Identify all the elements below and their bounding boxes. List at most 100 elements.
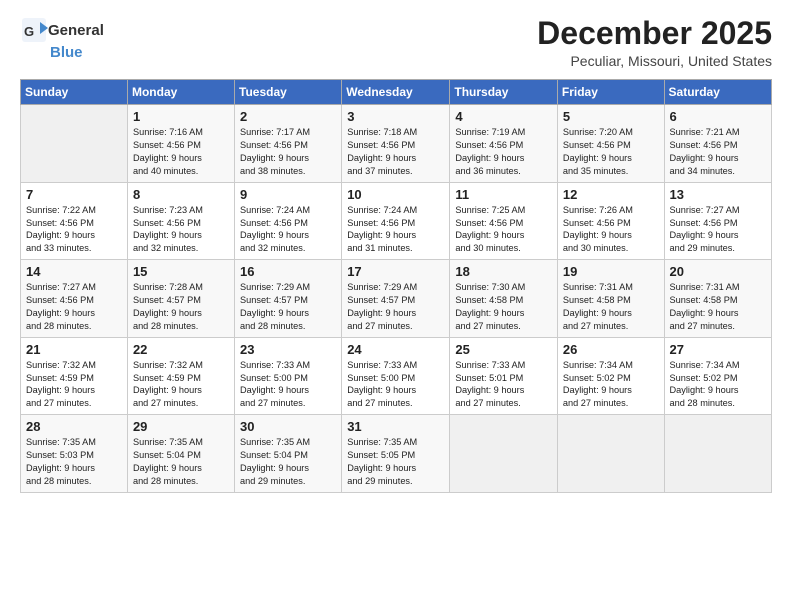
day-info: and 38 minutes. <box>240 165 336 178</box>
day-info: Sunset: 4:56 PM <box>670 139 766 152</box>
day-info: Daylight: 9 hours <box>670 384 766 397</box>
table-row: 30Sunrise: 7:35 AMSunset: 5:04 PMDayligh… <box>235 415 342 493</box>
day-info: and 33 minutes. <box>26 242 122 255</box>
table-row: 11Sunrise: 7:25 AMSunset: 4:56 PMDayligh… <box>450 182 558 260</box>
table-row: 18Sunrise: 7:30 AMSunset: 4:58 PMDayligh… <box>450 260 558 338</box>
day-info: Sunset: 4:56 PM <box>133 139 229 152</box>
table-row: 10Sunrise: 7:24 AMSunset: 4:56 PMDayligh… <box>342 182 450 260</box>
day-info: Daylight: 9 hours <box>455 384 552 397</box>
day-number: 23 <box>240 342 336 357</box>
day-number: 6 <box>670 109 766 124</box>
day-info: and 27 minutes. <box>240 397 336 410</box>
day-info: Sunset: 4:57 PM <box>240 294 336 307</box>
table-row: 14Sunrise: 7:27 AMSunset: 4:56 PMDayligh… <box>21 260 128 338</box>
table-row: 5Sunrise: 7:20 AMSunset: 4:56 PMDaylight… <box>557 105 664 183</box>
calendar-header-row: Sunday Monday Tuesday Wednesday Thursday… <box>21 80 772 105</box>
day-info: Daylight: 9 hours <box>347 307 444 320</box>
day-info: Sunset: 5:02 PM <box>670 372 766 385</box>
day-info: Sunrise: 7:30 AM <box>455 281 552 294</box>
header: G General Blue December 2025 Peculiar, M… <box>20 16 772 69</box>
col-sunday: Sunday <box>21 80 128 105</box>
day-info: Daylight: 9 hours <box>347 462 444 475</box>
day-info: and 29 minutes. <box>347 475 444 488</box>
day-number: 7 <box>26 187 122 202</box>
table-row: 26 Sunrise: 7:34 AMSunset: 5:02 PMDayligh… <box>557 337 664 415</box>
col-saturday: Saturday <box>664 80 771 105</box>
day-info: and 27 minutes. <box>670 320 766 333</box>
day-info: Sunset: 4:57 PM <box>133 294 229 307</box>
day-info: Sunrise: 7:33 AM <box>455 359 552 372</box>
day-info: Sunset: 5:02 PM <box>563 372 659 385</box>
day-info: and 27 minutes. <box>347 397 444 410</box>
day-info: and 28 minutes. <box>26 475 122 488</box>
day-number: 20 <box>670 264 766 279</box>
day-number: 28 <box>26 419 122 434</box>
day-info: Sunrise: 7:34 AM <box>670 359 766 372</box>
day-number: 12 <box>563 187 659 202</box>
logo-icon: G <box>20 16 48 44</box>
day-info: and 27 minutes. <box>563 320 659 333</box>
day-number: 3 <box>347 109 444 124</box>
day-info: and 27 minutes. <box>347 320 444 333</box>
day-info: Sunrise: 7:28 AM <box>133 281 229 294</box>
day-info: Sunset: 4:56 PM <box>563 217 659 230</box>
table-row: 16Sunrise: 7:29 AMSunset: 4:57 PMDayligh… <box>235 260 342 338</box>
day-info: Sunrise: 7:35 AM <box>133 436 229 449</box>
day-number: 11 <box>455 187 552 202</box>
day-info: and 32 minutes. <box>240 242 336 255</box>
day-info: and 32 minutes. <box>133 242 229 255</box>
table-row: 17Sunrise: 7:29 AMSunset: 4:57 PMDayligh… <box>342 260 450 338</box>
day-info: Daylight: 9 hours <box>26 307 122 320</box>
table-row: 15Sunrise: 7:28 AMSunset: 4:57 PMDayligh… <box>127 260 234 338</box>
table-row: 1Sunrise: 7:16 AMSunset: 4:56 PMDaylight… <box>127 105 234 183</box>
table-row: 4Sunrise: 7:19 AMSunset: 4:56 PMDaylight… <box>450 105 558 183</box>
table-row: 27 Sunrise: 7:34 AMSunset: 5:02 PMDayligh… <box>664 337 771 415</box>
day-number: 26 <box>563 342 659 357</box>
day-info: Daylight: 9 hours <box>240 384 336 397</box>
day-info: Sunset: 4:58 PM <box>455 294 552 307</box>
table-row: 6Sunrise: 7:21 AMSunset: 4:56 PMDaylight… <box>664 105 771 183</box>
day-number: 4 <box>455 109 552 124</box>
day-number: 5 <box>563 109 659 124</box>
day-info: and 28 minutes. <box>26 320 122 333</box>
svg-text:G: G <box>24 24 34 39</box>
logo-general-text: General <box>48 22 104 39</box>
day-info: Daylight: 9 hours <box>26 229 122 242</box>
table-row: 9Sunrise: 7:24 AMSunset: 4:56 PMDaylight… <box>235 182 342 260</box>
day-info: Sunrise: 7:24 AM <box>240 204 336 217</box>
day-info: Daylight: 9 hours <box>26 462 122 475</box>
day-info: Sunset: 5:04 PM <box>133 449 229 462</box>
day-info: Daylight: 9 hours <box>240 229 336 242</box>
day-info: Sunrise: 7:19 AM <box>455 126 552 139</box>
day-info: Sunrise: 7:34 AM <box>563 359 659 372</box>
table-row: 20Sunrise: 7:31 AMSunset: 4:58 PMDayligh… <box>664 260 771 338</box>
calendar: Sunday Monday Tuesday Wednesday Thursday… <box>20 79 772 493</box>
week-row-5: 28Sunrise: 7:35 AMSunset: 5:03 PMDayligh… <box>21 415 772 493</box>
table-row: 24Sunrise: 7:33 AMSunset: 5:00 PMDayligh… <box>342 337 450 415</box>
day-number: 29 <box>133 419 229 434</box>
day-info: Sunrise: 7:20 AM <box>563 126 659 139</box>
day-number: 27 <box>670 342 766 357</box>
day-info: Sunset: 4:59 PM <box>26 372 122 385</box>
table-row: 31Sunrise: 7:35 AMSunset: 5:05 PMDayligh… <box>342 415 450 493</box>
day-info: Sunset: 4:57 PM <box>347 294 444 307</box>
day-info: Sunset: 4:56 PM <box>240 139 336 152</box>
day-info: Sunset: 4:58 PM <box>670 294 766 307</box>
day-info: Daylight: 9 hours <box>240 152 336 165</box>
day-info: Daylight: 9 hours <box>563 384 659 397</box>
table-row: 12Sunrise: 7:26 AMSunset: 4:56 PMDayligh… <box>557 182 664 260</box>
day-info: Daylight: 9 hours <box>670 229 766 242</box>
day-info: Sunset: 4:58 PM <box>563 294 659 307</box>
day-info: Sunrise: 7:21 AM <box>670 126 766 139</box>
day-info: and 28 minutes. <box>133 475 229 488</box>
table-row <box>664 415 771 493</box>
month-title: December 2025 <box>537 16 772 51</box>
table-row: 29Sunrise: 7:35 AMSunset: 5:04 PMDayligh… <box>127 415 234 493</box>
day-info: Sunrise: 7:32 AM <box>133 359 229 372</box>
day-info: Sunrise: 7:29 AM <box>347 281 444 294</box>
location: Peculiar, Missouri, United States <box>537 53 772 69</box>
day-info: Sunrise: 7:31 AM <box>563 281 659 294</box>
day-info: Sunrise: 7:27 AM <box>670 204 766 217</box>
day-number: 22 <box>133 342 229 357</box>
day-info: Sunset: 4:56 PM <box>240 217 336 230</box>
